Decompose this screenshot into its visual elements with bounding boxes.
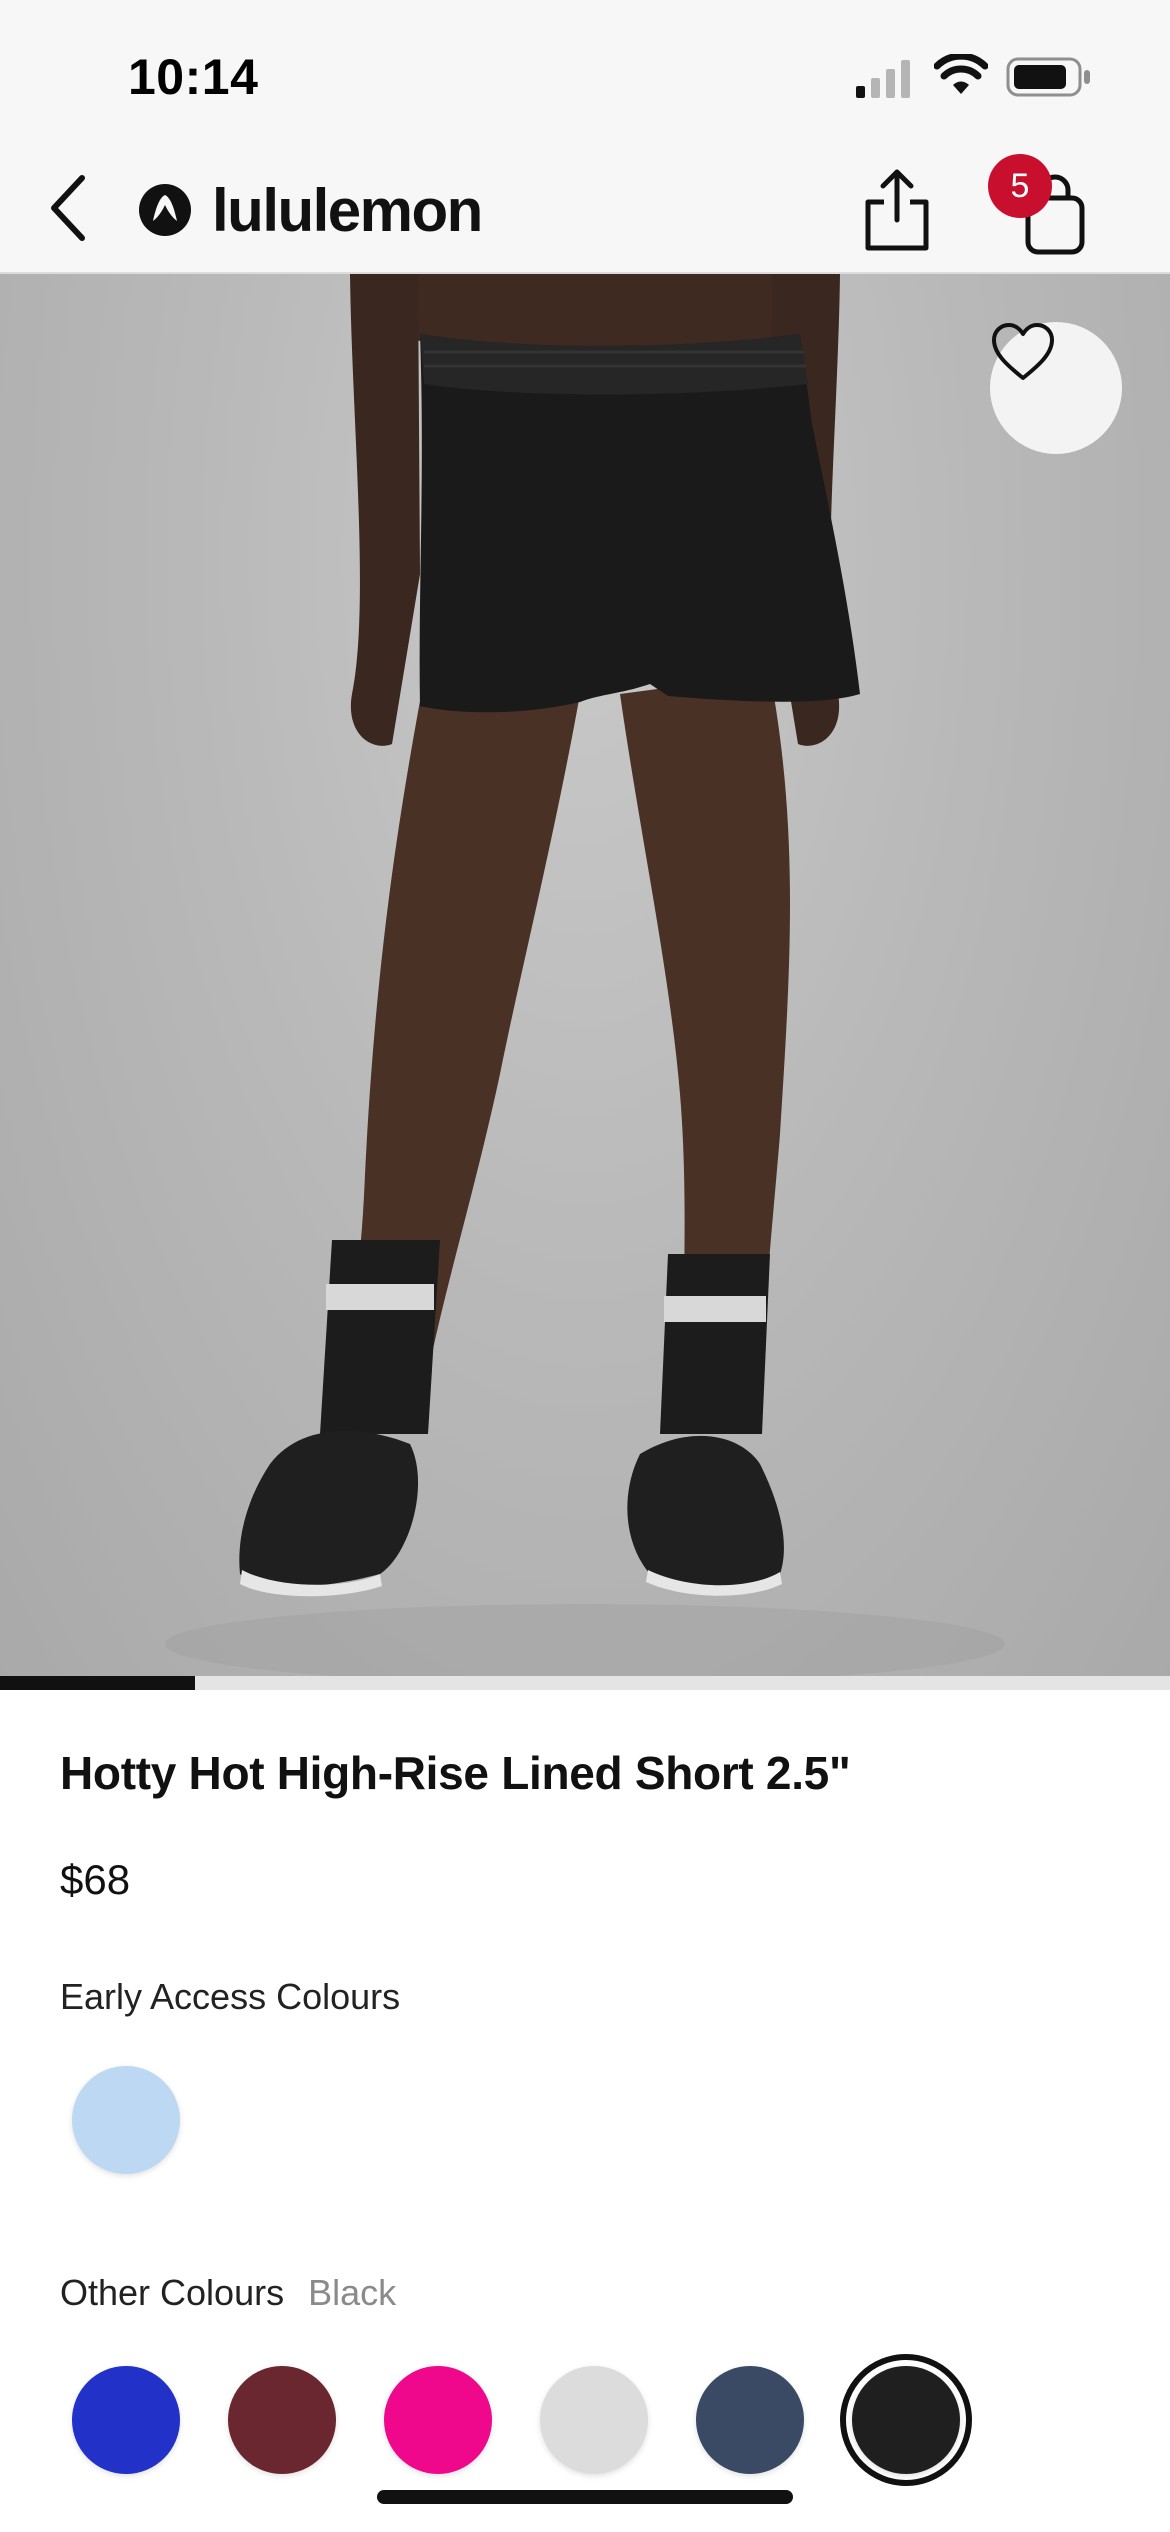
early-access-colours-label: Early Access Colours	[60, 1976, 401, 2017]
wishlist-button[interactable]	[990, 322, 1122, 454]
share-icon[interactable]	[862, 164, 932, 254]
brand-logo[interactable]: lululemon	[138, 174, 483, 246]
other-colours-label: Other Colours	[60, 2272, 285, 2313]
wifi-icon	[934, 54, 988, 94]
battery-icon	[1006, 57, 1090, 97]
navigation-bar: lululemon 5	[0, 150, 1170, 274]
status-bar: 10:14	[0, 0, 1170, 150]
colour-swatch[interactable]	[384, 2366, 492, 2474]
signal-strength-icon	[856, 60, 910, 98]
other-colours-header: Other Colours Black	[60, 2272, 396, 2314]
product-photo	[165, 274, 1005, 1684]
image-carousel-progress-fill	[0, 1676, 196, 1690]
home-indicator	[377, 2490, 793, 2504]
status-time: 10:14	[128, 49, 259, 105]
colour-swatch[interactable]	[228, 2366, 336, 2474]
product-price: $68	[60, 1856, 131, 1903]
selected-colour-name: Black	[308, 2272, 397, 2313]
heart-icon	[992, 323, 1054, 380]
colour-swatch[interactable]	[72, 2366, 180, 2474]
cart-count-badge[interactable]: 5	[988, 154, 1052, 218]
colour-swatch[interactable]	[540, 2366, 648, 2474]
colour-swatch[interactable]	[72, 2066, 180, 2174]
colour-swatch[interactable]	[696, 2366, 804, 2474]
product-title: Hotty Hot High-Rise Lined Short 2.5"	[60, 1747, 851, 1799]
product-image-carousel[interactable]	[0, 274, 1170, 1690]
brand-name: lululemon	[212, 176, 483, 244]
image-carousel-progress	[0, 1676, 1170, 1690]
back-chevron-icon[interactable]	[44, 170, 94, 246]
selected-swatch-ring[interactable]	[840, 2354, 972, 2486]
lululemon-logo-icon	[139, 184, 191, 236]
